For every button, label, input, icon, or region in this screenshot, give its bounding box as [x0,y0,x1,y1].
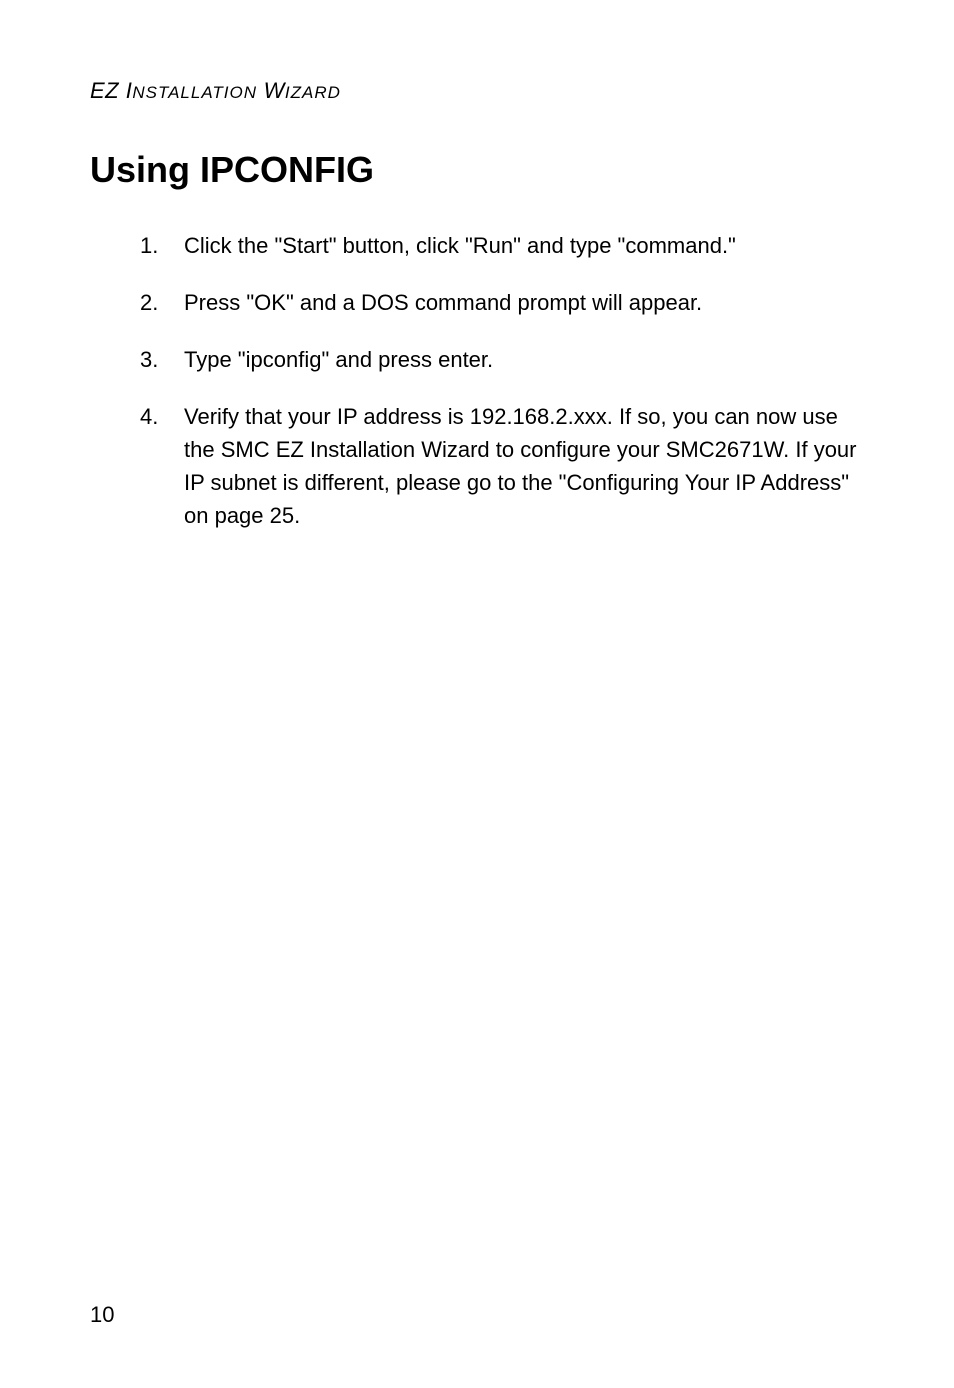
list-item: 4. Verify that your IP address is 192.16… [140,400,864,532]
list-text: Press "OK" and a DOS command prompt will… [184,286,864,319]
list-text: Verify that your IP address is 192.168.2… [184,400,864,532]
header-text-prefix: EZ I [90,78,132,103]
list-item: 3. Type "ipconfig" and press enter. [140,343,864,376]
page-header: EZ INSTALLATION WIZARD [90,78,864,104]
header-text-middle: NSTALLATION [132,83,257,102]
list-number: 2. [140,286,184,319]
page-number: 10 [90,1302,114,1328]
list-number: 3. [140,343,184,376]
list-number: 1. [140,229,184,262]
header-text-space: W [257,78,285,103]
list-text: Type "ipconfig" and press enter. [184,343,864,376]
page-title: Using IPCONFIG [90,149,864,191]
instruction-list: 1. Click the "Start" button, click "Run"… [90,229,864,532]
list-item: 1. Click the "Start" button, click "Run"… [140,229,864,262]
header-text-suffix: IZARD [285,83,341,102]
list-text: Click the "Start" button, click "Run" an… [184,229,864,262]
list-item: 2. Press "OK" and a DOS command prompt w… [140,286,864,319]
list-number: 4. [140,400,184,532]
